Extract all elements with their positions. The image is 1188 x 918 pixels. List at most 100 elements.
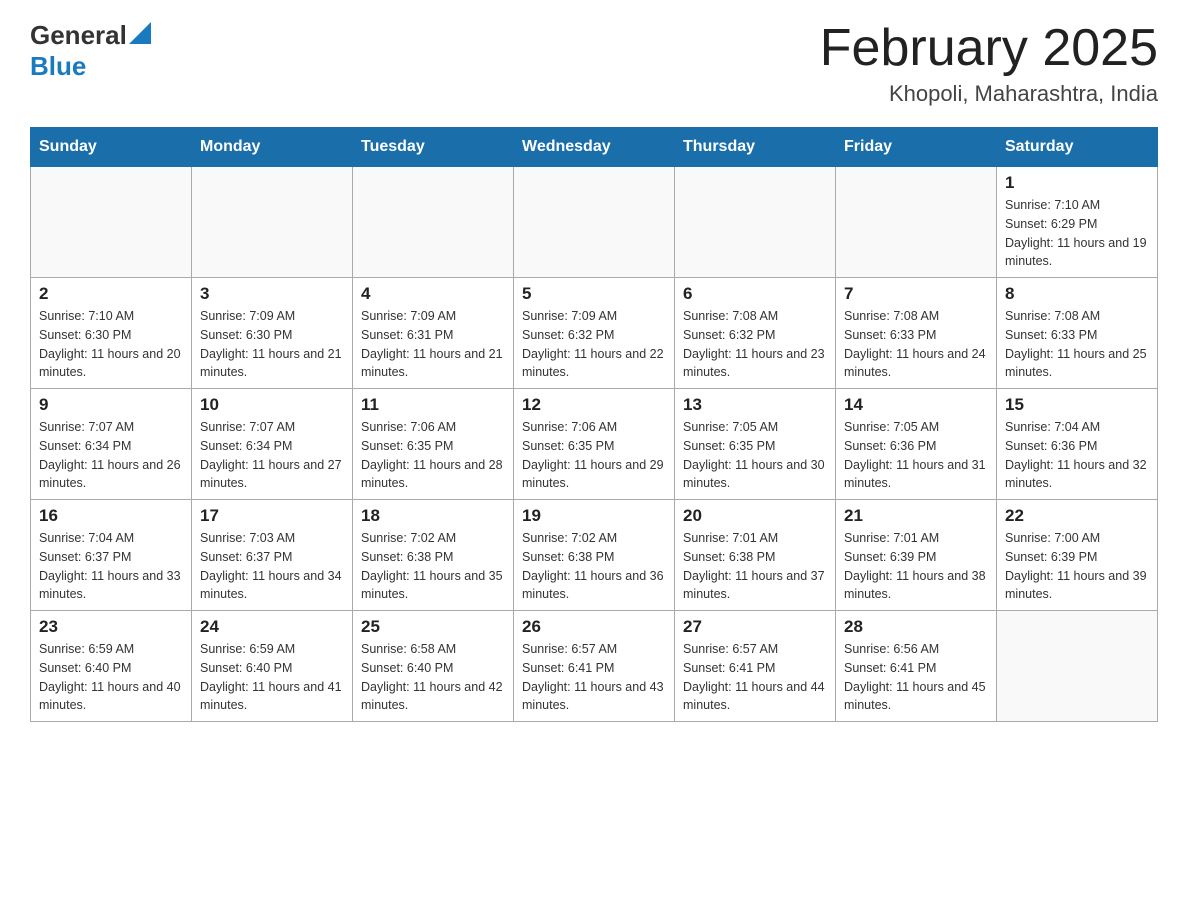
day-info: Sunrise: 7:07 AMSunset: 6:34 PMDaylight:… [200,418,344,493]
day-number: 3 [200,284,344,304]
calendar-cell: 12 Sunrise: 7:06 AMSunset: 6:35 PMDayligh… [514,389,675,500]
calendar-cell: 14 Sunrise: 7:05 AMSunset: 6:36 PMDayligh… [836,389,997,500]
day-number: 8 [1005,284,1149,304]
day-info: Sunrise: 7:03 AMSunset: 6:37 PMDaylight:… [200,529,344,604]
logo-triangle-icon [129,22,151,44]
day-info: Sunrise: 6:56 AMSunset: 6:41 PMDaylight:… [844,640,988,715]
day-number: 9 [39,395,183,415]
day-info: Sunrise: 7:01 AMSunset: 6:38 PMDaylight:… [683,529,827,604]
calendar-cell: 16 Sunrise: 7:04 AMSunset: 6:37 PMDayligh… [31,500,192,611]
logo: General Blue [30,20,151,82]
calendar-cell: 25 Sunrise: 6:58 AMSunset: 6:40 PMDayligh… [353,611,514,722]
calendar-cell [836,167,997,278]
calendar-cell: 3Sunrise: 7:09 AMSunset: 6:30 PMDaylight… [192,278,353,389]
calendar-cell [353,167,514,278]
calendar-cell [675,167,836,278]
day-info: Sunrise: 7:09 AMSunset: 6:32 PMDaylight:… [522,307,666,382]
calendar-cell: 7Sunrise: 7:08 AMSunset: 6:33 PMDaylight… [836,278,997,389]
calendar-title: February 2025 [820,20,1158,77]
calendar-cell [31,167,192,278]
calendar-subtitle: Khopoli, Maharashtra, India [820,81,1158,107]
day-number: 14 [844,395,988,415]
day-number: 19 [522,506,666,526]
calendar-cell: 19 Sunrise: 7:02 AMSunset: 6:38 PMDayligh… [514,500,675,611]
day-info: Sunrise: 7:10 AMSunset: 6:30 PMDaylight:… [39,307,183,382]
calendar-week-row: 1 Sunrise: 7:10 AMSunset: 6:29 PMDaylight… [31,167,1158,278]
day-info: Sunrise: 7:06 AMSunset: 6:35 PMDaylight:… [522,418,666,493]
column-header-friday: Friday [836,128,997,167]
day-info: Sunrise: 6:57 AMSunset: 6:41 PMDaylight:… [683,640,827,715]
calendar-cell: 13Sunrise: 7:05 AMSunset: 6:35 PMDayligh… [675,389,836,500]
calendar-cell: 28Sunrise: 6:56 AMSunset: 6:41 PMDayligh… [836,611,997,722]
day-info: Sunrise: 7:10 AMSunset: 6:29 PMDaylight:… [1005,196,1149,271]
calendar-cell: 23 Sunrise: 6:59 AMSunset: 6:40 PMDayligh… [31,611,192,722]
calendar-cell: 8 Sunrise: 7:08 AMSunset: 6:33 PMDaylight… [997,278,1158,389]
column-header-saturday: Saturday [997,128,1158,167]
calendar-cell: 6 Sunrise: 7:08 AMSunset: 6:32 PMDaylight… [675,278,836,389]
day-number: 13 [683,395,827,415]
day-number: 23 [39,617,183,637]
day-info: Sunrise: 7:02 AMSunset: 6:38 PMDaylight:… [522,529,666,604]
logo-blue: Blue [30,51,86,81]
calendar-week-row: 9 Sunrise: 7:07 AMSunset: 6:34 PMDaylight… [31,389,1158,500]
calendar-week-row: 16 Sunrise: 7:04 AMSunset: 6:37 PMDayligh… [31,500,1158,611]
day-info: Sunrise: 6:59 AMSunset: 6:40 PMDaylight:… [39,640,183,715]
column-header-thursday: Thursday [675,128,836,167]
day-number: 17 [200,506,344,526]
day-info: Sunrise: 7:08 AMSunset: 6:32 PMDaylight:… [683,307,827,382]
calendar-cell: 18 Sunrise: 7:02 AMSunset: 6:38 PMDayligh… [353,500,514,611]
day-number: 10 [200,395,344,415]
calendar-cell: 15 Sunrise: 7:04 AMSunset: 6:36 PMDayligh… [997,389,1158,500]
title-block: February 2025 Khopoli, Maharashtra, Indi… [820,20,1158,107]
day-info: Sunrise: 7:06 AMSunset: 6:35 PMDaylight:… [361,418,505,493]
day-number: 7 [844,284,988,304]
calendar-cell [192,167,353,278]
day-number: 16 [39,506,183,526]
calendar-cell: 17 Sunrise: 7:03 AMSunset: 6:37 PMDayligh… [192,500,353,611]
calendar-cell [997,611,1158,722]
day-info: Sunrise: 6:57 AMSunset: 6:41 PMDaylight:… [522,640,666,715]
day-info: Sunrise: 7:04 AMSunset: 6:37 PMDaylight:… [39,529,183,604]
calendar-cell: 2 Sunrise: 7:10 AMSunset: 6:30 PMDaylight… [31,278,192,389]
day-number: 4 [361,284,505,304]
page-header: General Blue February 2025 Khopoli, Maha… [30,20,1158,107]
day-number: 20 [683,506,827,526]
day-info: Sunrise: 6:58 AMSunset: 6:40 PMDaylight:… [361,640,505,715]
day-number: 15 [1005,395,1149,415]
day-number: 25 [361,617,505,637]
calendar-cell: 4 Sunrise: 7:09 AMSunset: 6:31 PMDaylight… [353,278,514,389]
calendar-header-row: SundayMondayTuesdayWednesdayThursdayFrid… [31,128,1158,167]
day-number: 2 [39,284,183,304]
calendar-cell: 21 Sunrise: 7:01 AMSunset: 6:39 PMDayligh… [836,500,997,611]
day-number: 1 [1005,173,1149,193]
day-number: 24 [200,617,344,637]
calendar-cell [514,167,675,278]
calendar-cell: 22 Sunrise: 7:00 AMSunset: 6:39 PMDayligh… [997,500,1158,611]
day-number: 12 [522,395,666,415]
calendar-week-row: 2 Sunrise: 7:10 AMSunset: 6:30 PMDaylight… [31,278,1158,389]
day-info: Sunrise: 7:02 AMSunset: 6:38 PMDaylight:… [361,529,505,604]
day-number: 11 [361,395,505,415]
day-info: Sunrise: 7:08 AMSunset: 6:33 PMDaylight:… [1005,307,1149,382]
calendar-cell: 11 Sunrise: 7:06 AMSunset: 6:35 PMDayligh… [353,389,514,500]
day-number: 21 [844,506,988,526]
calendar-cell: 5Sunrise: 7:09 AMSunset: 6:32 PMDaylight… [514,278,675,389]
logo-general: General [30,20,127,51]
column-header-tuesday: Tuesday [353,128,514,167]
day-info: Sunrise: 7:00 AMSunset: 6:39 PMDaylight:… [1005,529,1149,604]
day-number: 6 [683,284,827,304]
day-number: 22 [1005,506,1149,526]
day-info: Sunrise: 7:09 AMSunset: 6:31 PMDaylight:… [361,307,505,382]
calendar-cell: 1 Sunrise: 7:10 AMSunset: 6:29 PMDaylight… [997,167,1158,278]
day-info: Sunrise: 7:01 AMSunset: 6:39 PMDaylight:… [844,529,988,604]
calendar-cell: 10 Sunrise: 7:07 AMSunset: 6:34 PMDayligh… [192,389,353,500]
day-number: 18 [361,506,505,526]
day-info: Sunrise: 7:04 AMSunset: 6:36 PMDaylight:… [1005,418,1149,493]
column-header-monday: Monday [192,128,353,167]
calendar-cell: 20 Sunrise: 7:01 AMSunset: 6:38 PMDayligh… [675,500,836,611]
calendar-cell: 9Sunrise: 7:07 AMSunset: 6:34 PMDaylight… [31,389,192,500]
day-info: Sunrise: 7:05 AMSunset: 6:36 PMDaylight:… [844,418,988,493]
column-header-sunday: Sunday [31,128,192,167]
column-header-wednesday: Wednesday [514,128,675,167]
day-info: Sunrise: 6:59 AMSunset: 6:40 PMDaylight:… [200,640,344,715]
